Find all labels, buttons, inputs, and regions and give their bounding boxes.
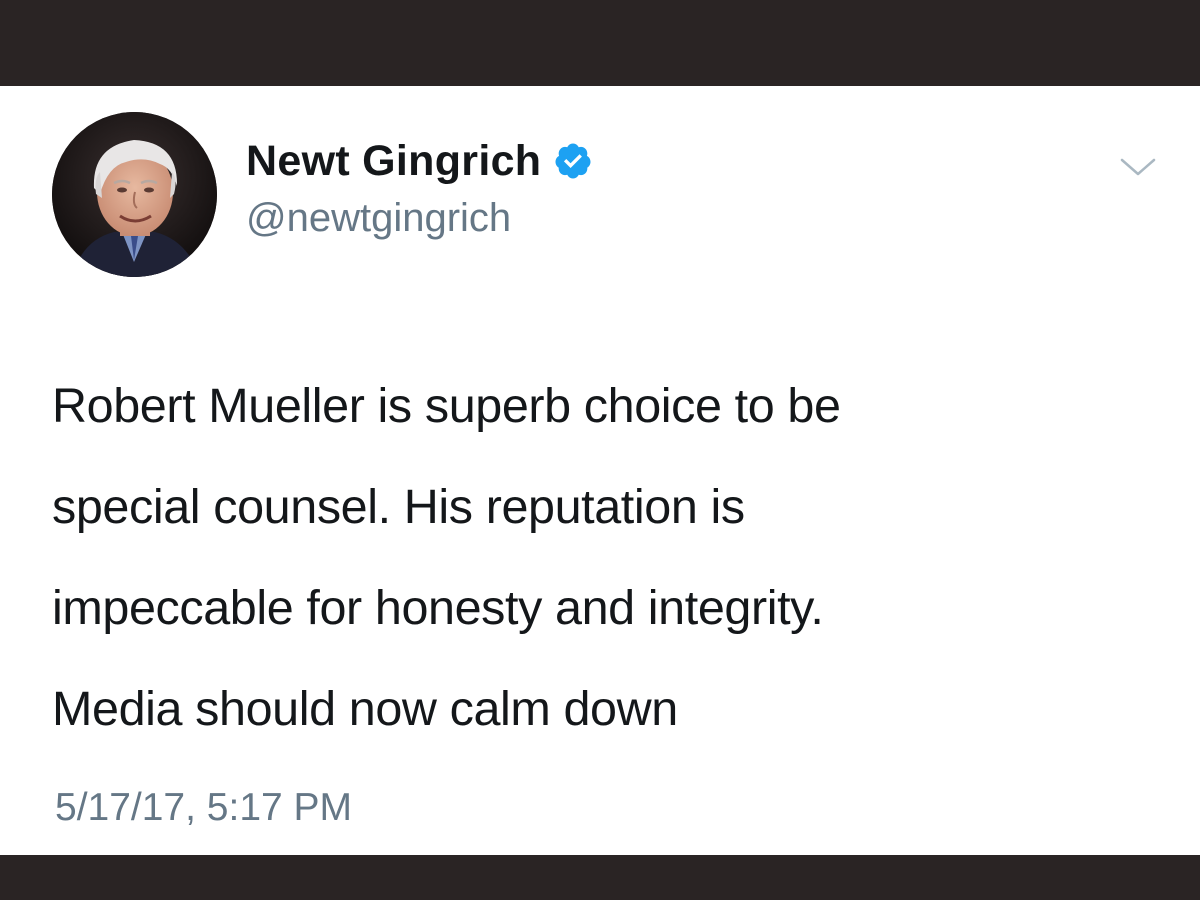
tweet-card: Newt Gingrich @newtgingrich Robert Muell… [0,86,1200,855]
tweet-text-line: impeccable for honesty and integrity. [52,581,824,635]
tweet-timestamp[interactable]: 5/17/17, 5:17 PM [55,786,352,830]
author-name-row: Newt Gingrich [246,136,593,186]
tweet-menu-button[interactable] [1118,152,1158,182]
author-avatar[interactable] [52,112,217,277]
verified-badge-icon [553,141,593,181]
tweet-text-line: Robert Mueller is superb choice to be [52,379,841,433]
tweet-text-line: Media should now calm down [52,682,678,736]
chevron-down-icon [1120,158,1156,176]
avatar-photo-icon [52,112,217,277]
screenshot-frame: Newt Gingrich @newtgingrich Robert Muell… [0,0,1200,900]
tweet-text: Robert Mueller is superb choice to be sp… [52,356,1162,760]
author-handle[interactable]: @newtgingrich [246,196,511,241]
author-display-name[interactable]: Newt Gingrich [246,137,541,186]
tweet-text-line: special counsel. His reputation is [52,480,745,534]
